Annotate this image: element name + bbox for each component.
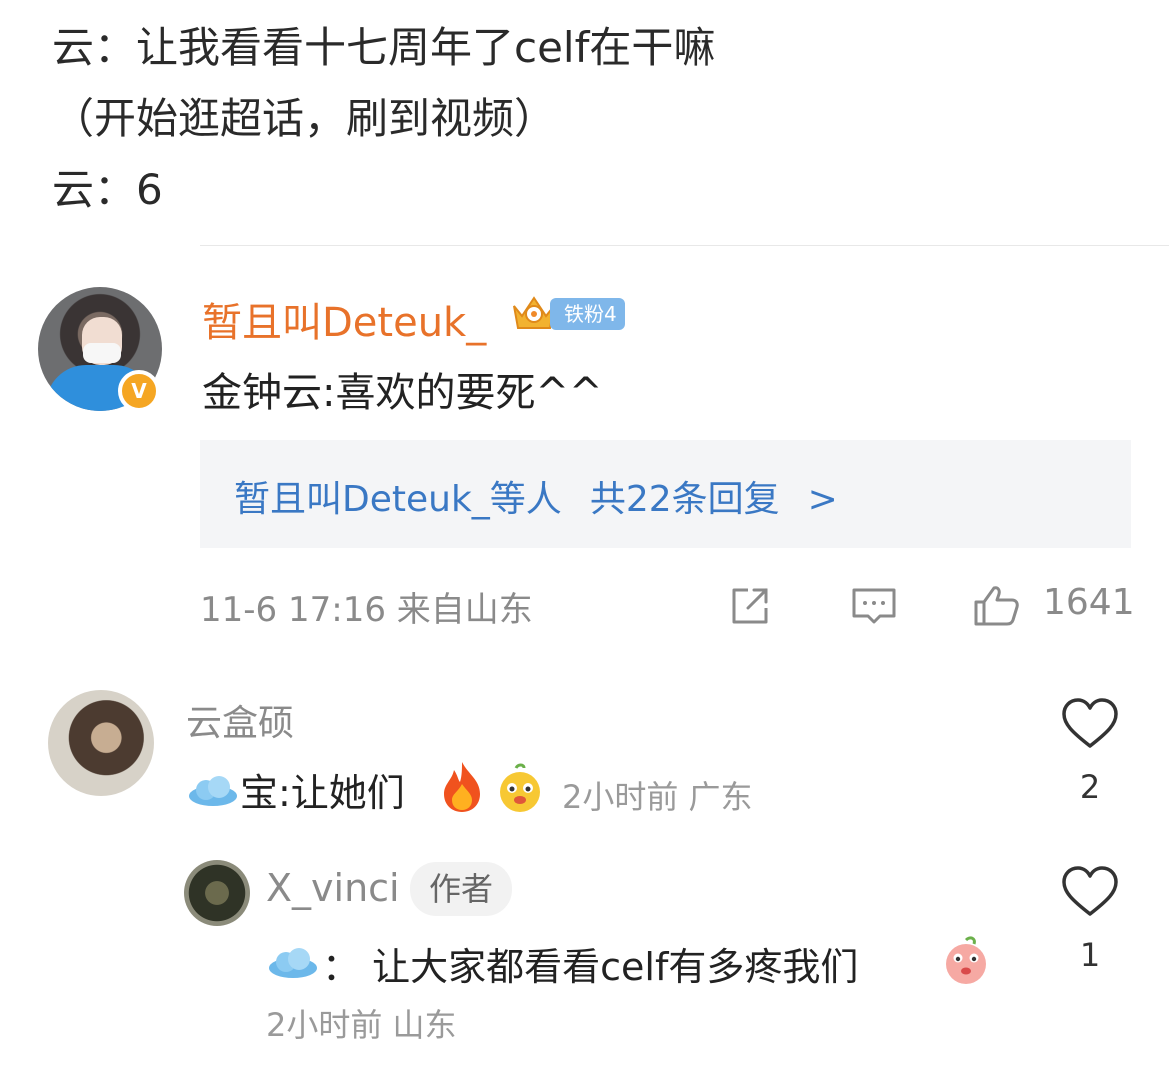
reply-meta: 2小时前 广东 — [562, 772, 753, 818]
reply-body: 让大家都看看celf有多疼我们 — [372, 945, 859, 989]
heart-icon[interactable] — [1060, 696, 1120, 750]
reply-meta: 2小时前 山东 — [266, 1000, 457, 1046]
post-text: 云：让我看看十七周年了celf在干嘛 （开始逛超话，刷到视频） 云：6 — [52, 12, 715, 225]
share-icon[interactable] — [726, 582, 774, 630]
heart-icon[interactable] — [1060, 864, 1120, 918]
reply-summary-box[interactable]: 暂且叫Deteuk_等人 共22条回复 > — [200, 440, 1131, 548]
cloud-icon — [189, 776, 237, 806]
divider — [200, 245, 1169, 246]
cloud-icon — [269, 948, 317, 978]
reply-location: 山东 — [392, 1006, 457, 1044]
reply-summary-count: 共22条回复 — [589, 479, 780, 520]
post-line-3: 云：6 — [52, 165, 163, 214]
reply-summary-link[interactable]: 暂且叫Deteuk_等人 共22条回复 > — [234, 470, 838, 522]
avatar[interactable] — [184, 860, 250, 926]
reply-username[interactable]: 云盒硕 — [186, 694, 294, 746]
reply-username[interactable]: X_vinci — [266, 866, 400, 910]
reply-text: ： 让大家都看看celf有多疼我们 — [322, 936, 858, 991]
face-emoji-icon — [500, 763, 540, 812]
reply-text: 宝:让她们 — [240, 771, 405, 815]
comment-meta: 11-6 17:16 来自山东 — [200, 582, 533, 631]
post-line-1: 云：让我看看十七周年了celf在干嘛 — [52, 23, 716, 72]
author-tag: 作者 — [410, 862, 512, 916]
avatar-mask — [83, 343, 121, 363]
comment-username[interactable]: 暂且叫Deteuk_ — [202, 290, 486, 348]
chevron-right-icon: > — [807, 479, 838, 520]
reply-location: 广东 — [688, 778, 753, 816]
comment-text: 金钟云:喜欢的要死^^ — [202, 370, 603, 416]
reply-summary-users: 暂且叫Deteuk_等人 — [234, 479, 562, 520]
reply-time: 2小时前 — [266, 1006, 383, 1044]
avatar[interactable] — [48, 690, 154, 796]
peach-emoji-icon — [946, 936, 986, 984]
verified-badge-icon: V — [118, 370, 160, 412]
reply-like-count: 2 — [1079, 768, 1101, 806]
like-count: 1641 — [1043, 582, 1135, 623]
comment-icon[interactable] — [850, 582, 898, 630]
reply-prefix: ： — [322, 945, 361, 989]
comment-timestamp: 11-6 17:16 — [200, 590, 386, 630]
post-line-2: （开始逛超话，刷到视频） — [52, 94, 557, 143]
fire-icon — [444, 762, 480, 812]
like-icon[interactable] — [972, 582, 1020, 630]
reply-like-count: 1 — [1079, 936, 1101, 974]
reply-time: 2小时前 — [562, 778, 679, 816]
fan-badge-label: 铁粉4 — [550, 298, 625, 330]
comment-location: 来自山东 — [396, 590, 533, 630]
